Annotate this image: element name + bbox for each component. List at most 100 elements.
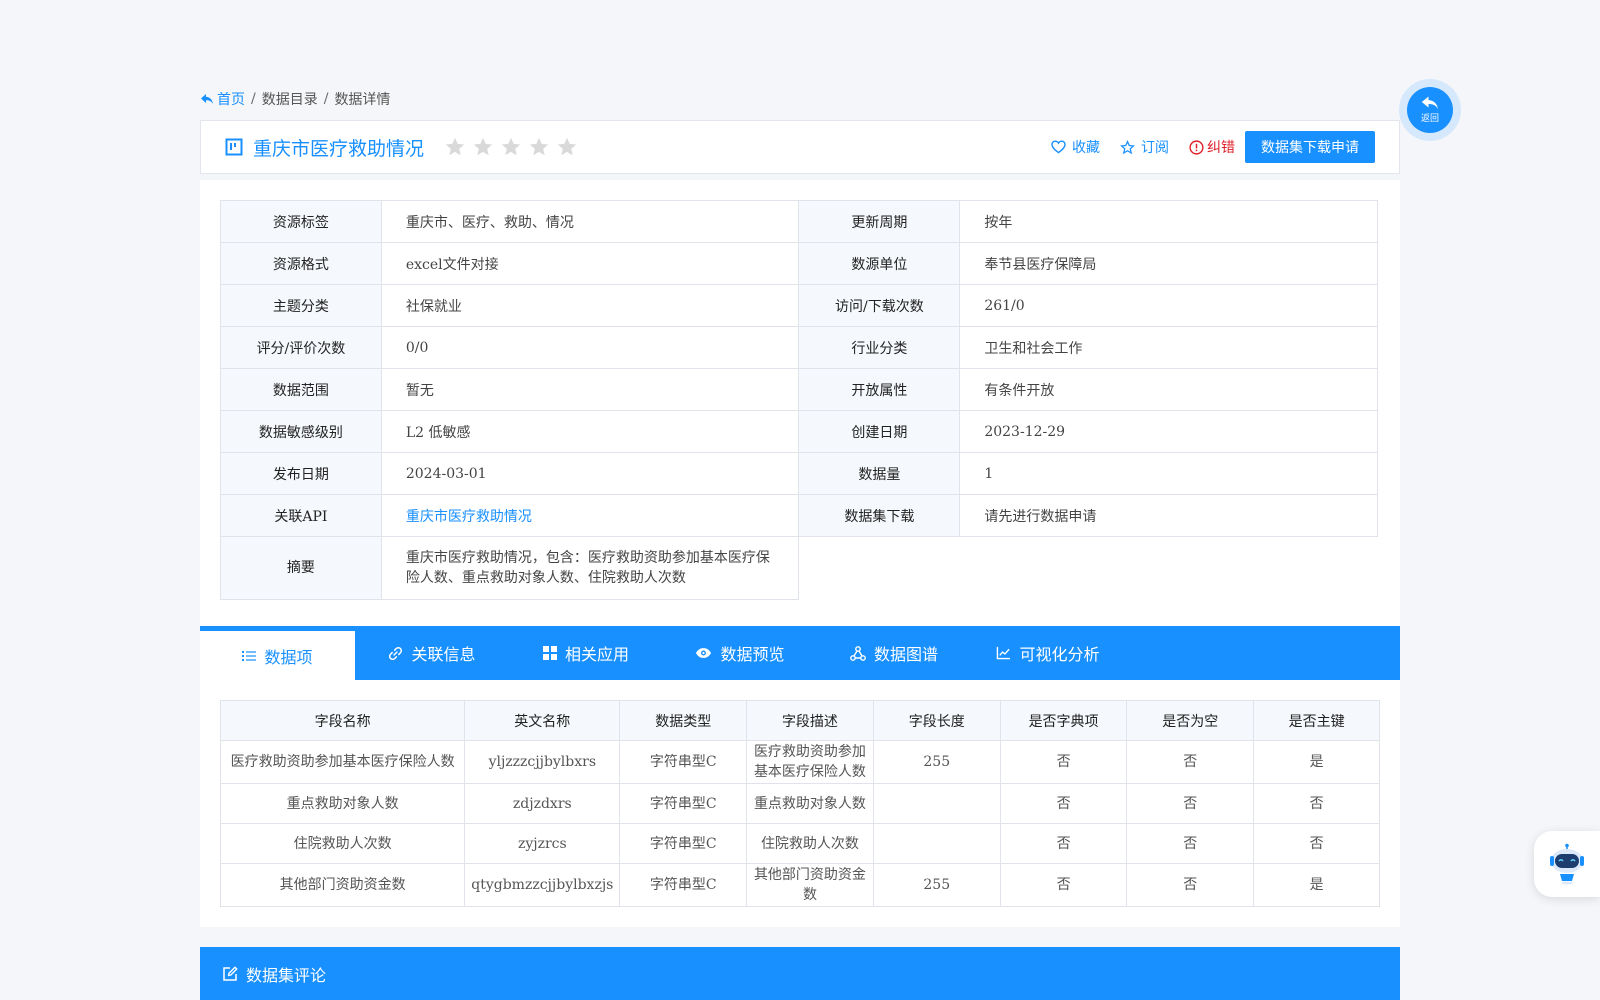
related-api-link[interactable]: 重庆市医疗救助情况 — [380, 494, 800, 537]
link-icon — [389, 646, 403, 660]
info-label: 开放属性 — [798, 368, 961, 411]
breadcrumb-home[interactable]: 首页 — [200, 89, 245, 109]
table-cell: 否 — [999, 863, 1128, 907]
table-cell: 字符串型C — [619, 823, 748, 864]
table-cell: 是 — [1253, 863, 1380, 907]
alert-circle-icon — [1189, 139, 1204, 155]
column-header: 英文名称 — [464, 700, 621, 741]
table-row: 医疗救助资助参加基本医疗保险人数 yljzzzcjjbylbxrs 字符串型C … — [219, 740, 1380, 784]
info-value: 请先进行数据申请 — [959, 494, 1378, 537]
tab-label[interactable]: 数据预览 — [720, 641, 784, 665]
tab-label[interactable]: 可视化分析 — [1019, 641, 1099, 665]
info-label: 数据范围 — [220, 368, 382, 411]
edit-icon — [223, 966, 238, 981]
breadcrumb-catalog[interactable]: 数据目录 — [262, 89, 318, 109]
info-value: 按年 — [959, 200, 1378, 243]
info-row: 主题分类 社保就业 访问/下载次数 261/0 — [220, 284, 1378, 327]
column-header: 字段长度 — [872, 700, 1001, 741]
line-chart-icon — [997, 646, 1011, 660]
tab-bar: 数据项 关联信息 相关应用 数据预览 数据图谱 可视化分析 — [200, 626, 1400, 680]
table-cell — [872, 783, 1001, 824]
table-cell: 否 — [999, 740, 1128, 784]
reply-icon — [1421, 96, 1438, 109]
info-label: 关联API — [220, 494, 382, 537]
back-button-label[interactable]: 返回 — [1421, 111, 1439, 124]
tab-label[interactable]: 关联信息 — [411, 641, 475, 665]
title-card: 重庆市医疗救助情况 收藏 订阅 纠错 数据集下载申请 — [200, 120, 1400, 174]
report-error-button[interactable]: 纠错 — [1189, 137, 1235, 157]
tab-data-graph[interactable]: 数据图谱 — [817, 626, 971, 680]
table-cell: 字符串型C — [619, 783, 748, 824]
tab-data-preview[interactable]: 数据预览 — [663, 626, 817, 680]
info-value: 有条件开放 — [959, 368, 1378, 411]
heart-icon — [1051, 140, 1066, 154]
table-cell: 否 — [1253, 823, 1380, 864]
column-header: 是否字典项 — [999, 700, 1128, 741]
info-label: 数源单位 — [798, 242, 961, 285]
column-header: 字段名称 — [219, 700, 466, 741]
list-icon — [242, 650, 257, 661]
info-row: 资源标签 重庆市、医疗、救助、情况 更新周期 按年 — [220, 200, 1378, 243]
table-cell: 住院救助人次数 — [219, 823, 466, 864]
table-cell: 字符串型C — [619, 863, 748, 907]
tab-related-info[interactable]: 关联信息 — [355, 626, 509, 680]
table-cell: 否 — [1253, 783, 1380, 824]
subscribe-label[interactable]: 订阅 — [1141, 137, 1169, 157]
favorite-label[interactable]: 收藏 — [1072, 137, 1100, 157]
eye-icon — [696, 648, 712, 658]
table-cell — [872, 823, 1001, 864]
report-error-label[interactable]: 纠错 — [1207, 137, 1235, 157]
info-value: 社保就业 — [380, 284, 800, 327]
breadcrumb-home-label[interactable]: 首页 — [217, 89, 245, 109]
info-value: 重庆市、医疗、救助、情况 — [380, 200, 800, 243]
info-label: 主题分类 — [220, 284, 382, 327]
tab-data-items[interactable]: 数据项 — [200, 626, 355, 680]
star-icon[interactable] — [556, 136, 578, 158]
star-icon[interactable] — [472, 136, 494, 158]
table-cell: 字符串型C — [619, 740, 748, 784]
info-table: 资源标签 重庆市、医疗、救助、情况 更新周期 按年 资源格式 excel文件对接… — [220, 200, 1378, 600]
table-cell: qtygbmzzcjjbylbxzjs — [464, 863, 621, 907]
info-label: 数据集下载 — [798, 494, 961, 537]
info-panel: 资源标签 重庆市、医疗、救助、情况 更新周期 按年 资源格式 excel文件对接… — [200, 180, 1400, 626]
tab-related-apps[interactable]: 相关应用 — [509, 626, 663, 680]
info-row: 数据敏感级别 L2 低敏感 创建日期 2023-12-29 — [220, 410, 1378, 453]
table-cell: zyjzrcs — [464, 823, 621, 864]
favorite-button[interactable]: 收藏 — [1051, 137, 1100, 157]
page-title: 重庆市医疗救助情况 — [253, 137, 425, 160]
download-apply-button[interactable]: 数据集下载申请 — [1245, 131, 1375, 163]
table-cell: 重点救助对象人数 — [219, 783, 466, 824]
table-cell: 否 — [999, 823, 1128, 864]
assistant-robot-button[interactable] — [1534, 831, 1600, 897]
info-label: 资源标签 — [220, 200, 382, 243]
reply-icon — [201, 94, 213, 104]
rating-stars[interactable] — [444, 136, 584, 158]
table-cell: 否 — [1126, 783, 1255, 824]
fields-panel: 字段名称 英文名称 数据类型 字段描述 字段长度 是否字典项 是否为空 是否主键… — [200, 680, 1400, 927]
breadcrumb: 首页 / 数据目录 / 数据详情 — [200, 89, 390, 109]
table-cell: 255 — [872, 740, 1001, 784]
tab-label[interactable]: 相关应用 — [565, 641, 629, 665]
info-row: 评分/评价次数 0/0 行业分类 卫生和社会工作 — [220, 326, 1378, 369]
table-header-row: 字段名称 英文名称 数据类型 字段描述 字段长度 是否字典项 是否为空 是否主键 — [219, 700, 1380, 741]
table-row: 其他部门资助资金数 qtygbmzzcjjbylbxzjs 字符串型C 其他部门… — [219, 863, 1380, 907]
tab-label[interactable]: 数据项 — [264, 644, 312, 668]
star-icon[interactable] — [500, 136, 522, 158]
table-cell: yljzzzcjjbylbxrs — [464, 740, 621, 784]
table-cell: 否 — [1126, 823, 1255, 864]
info-row-summary: 摘要 重庆市医疗救助情况，包含：医疗救助资助参加基本医疗保险人数、重点救助对象人… — [220, 536, 1378, 600]
back-button[interactable]: 返回 — [1399, 79, 1461, 141]
table-cell: 其他部门资助资金数 — [746, 863, 874, 907]
empty-cell — [798, 536, 1378, 600]
star-icon[interactable] — [528, 136, 550, 158]
info-label: 发布日期 — [220, 452, 382, 495]
info-value: 2024-03-01 — [380, 452, 800, 495]
subscribe-button[interactable]: 订阅 — [1120, 137, 1169, 157]
info-label: 评分/评价次数 — [220, 326, 382, 369]
tab-label[interactable]: 数据图谱 — [874, 641, 938, 665]
back-button-inner[interactable]: 返回 — [1407, 87, 1453, 133]
star-icon[interactable] — [444, 136, 466, 158]
table-cell: zdjzdxrs — [464, 783, 621, 824]
tab-visual-analysis[interactable]: 可视化分析 — [971, 626, 1125, 680]
table-row: 重点救助对象人数 zdjzdxrs 字符串型C 重点救助对象人数 否 否 否 — [219, 783, 1380, 824]
